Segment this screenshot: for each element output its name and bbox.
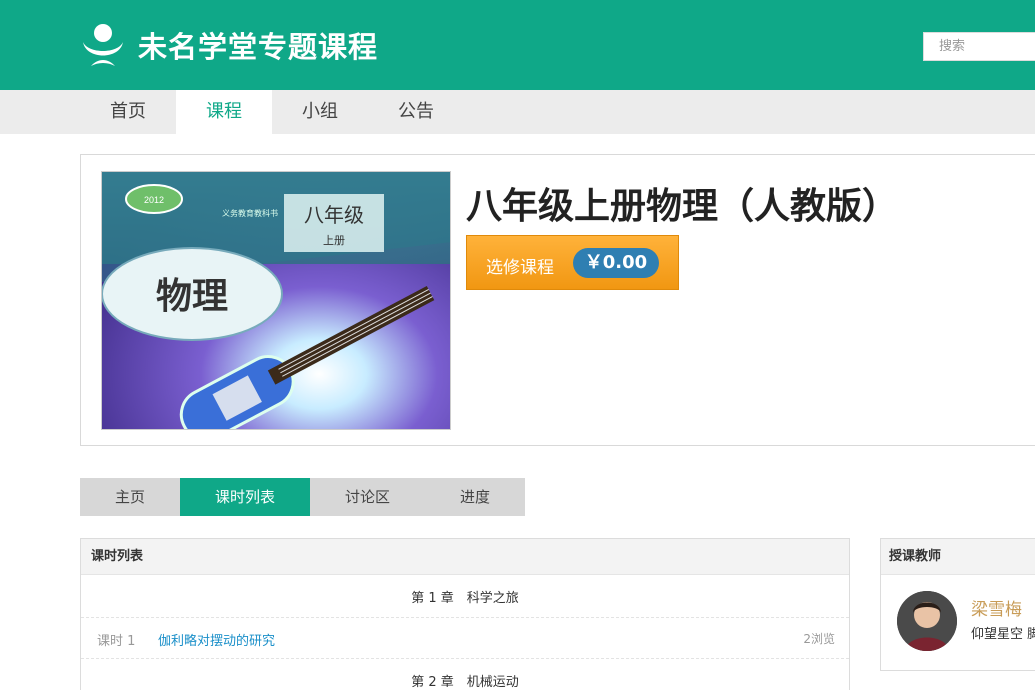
search-input[interactable]: 搜索 (923, 32, 1035, 61)
svg-text:物理: 物理 (156, 275, 228, 317)
svg-text:上册: 上册 (323, 234, 345, 247)
course-cover-image: 2012 义务教育教科书 八年级 上册 物理 (101, 171, 451, 430)
svg-text:八年级: 八年级 (304, 203, 364, 227)
price-badge: ￥0.00 (573, 248, 659, 278)
teacher-name-link[interactable]: 梁雪梅 (971, 595, 1022, 620)
course-title: 八年级上册物理（人教版） (466, 186, 899, 227)
teacher-panel: 授课教师 梁雪梅 仰望星空 脚 (880, 538, 1035, 671)
enroll-button-label: 选修课程 (486, 258, 554, 278)
lesson-title-link[interactable]: 伽利略对摆动的研究 (158, 630, 275, 649)
nav-item-announcements[interactable]: 公告 (368, 90, 464, 134)
svg-text:2012: 2012 (144, 195, 164, 205)
tab-discussion[interactable]: 讨论区 (310, 478, 425, 516)
nav-item-courses[interactable]: 课程 (176, 90, 272, 134)
lesson-number: 课时 1 (97, 634, 136, 649)
site-header: 未名学堂专题课程 搜索 (0, 0, 1035, 90)
teacher-bio: 仰望星空 脚 (971, 627, 1035, 642)
lesson-list-heading: 课时列表 (81, 539, 849, 575)
avatar[interactable] (897, 591, 957, 651)
main-nav: 首页 课程 小组 公告 (0, 90, 1035, 134)
nav-item-home[interactable]: 首页 (80, 90, 176, 134)
enroll-button[interactable]: 选修课程 ￥0.00 (466, 235, 679, 290)
teacher-heading: 授课教师 (881, 539, 1035, 575)
tab-lesson-list[interactable]: 课时列表 (180, 478, 310, 516)
tab-home[interactable]: 主页 (80, 478, 180, 516)
course-card: 2012 义务教育教科书 八年级 上册 物理 八年级上册物理（人教版） 选修课程… (80, 154, 1035, 446)
lesson-row[interactable]: 课时 1 伽利略对摆动的研究 2浏览 (81, 617, 849, 659)
course-tabs: 主页 课时列表 讨论区 进度 (80, 478, 525, 516)
site-title[interactable]: 未名学堂专题课程 (138, 24, 378, 66)
svg-text:义务教育教科书: 义务教育教科书 (222, 208, 278, 218)
chapter-heading: 第 1 章 科学之旅 (411, 591, 519, 606)
nav-item-groups[interactable]: 小组 (272, 90, 368, 134)
chapter-heading: 第 2 章 机械运动 (411, 675, 519, 690)
tab-progress[interactable]: 进度 (425, 478, 525, 516)
lesson-list-panel: 课时列表 第 1 章 科学之旅 课时 1 伽利略对摆动的研究 2浏览 第 2 章… (80, 538, 850, 690)
physics-textbook-cover-icon: 2012 义务教育教科书 八年级 上册 物理 (102, 172, 450, 429)
lesson-views: 2浏览 (803, 632, 835, 646)
teacher-avatar-icon (897, 591, 957, 651)
logo-icon[interactable] (78, 20, 128, 70)
